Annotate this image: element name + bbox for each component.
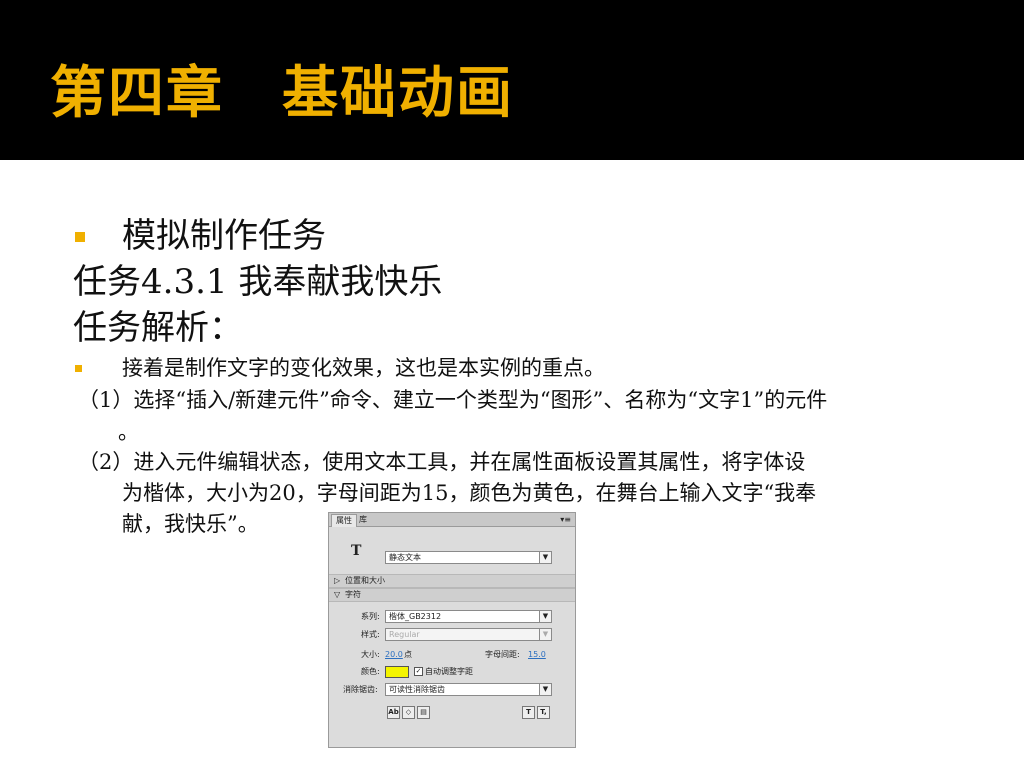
subscript-icon[interactable]: T, [537,706,550,719]
chevron-down-icon: ▼ [539,629,551,640]
chevron-down-icon: ▼ [539,611,551,622]
section-character-label: 字符 [345,590,361,599]
chevron-down-icon: ▼ [539,552,551,563]
font-family-select[interactable]: 楷体_GB2312 ▼ [385,610,552,623]
text-tool-icon: T [351,543,362,559]
letter-spacing-value[interactable]: 15.0 [528,649,546,660]
style-label: 样式: [361,630,380,639]
size-unit: 点 [404,650,412,659]
font-style-value: Regular [389,630,420,639]
color-label: 颜色: [361,667,380,676]
step-2-text-line3: 献，我快乐”。 [122,512,259,536]
tab-library[interactable]: 库 [355,514,371,526]
tab-properties[interactable]: 属性 [331,514,357,527]
step-2-text-line1: （2）进入元件编辑状态，使用文本工具，并在属性面板设置其属性，将字体设 [78,450,806,474]
text-type-select[interactable]: 静态文本 ▼ [385,551,552,564]
bullet-task-heading: 模拟制作任务 [122,216,326,256]
html-render-icon[interactable]: ◇ [402,706,415,719]
slide-title: 第四章 基础动画 [50,61,514,126]
size-value[interactable]: 20.0 [385,649,403,660]
anti-alias-value: 可读性消除锯齿 [389,685,445,694]
task-analysis-heading: 任务解析： [73,308,243,348]
panel-tab-bar: 属性 库 ▾≡ [329,513,575,527]
font-style-select[interactable]: Regular ▼ [385,628,552,641]
letter-spacing-label: 字母间距: [485,650,520,659]
panel-menu-icon[interactable]: ▾≡ [560,513,571,526]
section-position-label: 位置和大小 [345,576,385,585]
auto-kern-label: 自动调整字距 [425,667,473,676]
section-position-size[interactable]: ▷ 位置和大小 [329,574,575,588]
analysis-text: 接着是制作文字的变化效果，这也是本实例的重点。 [122,356,605,380]
anti-alias-select[interactable]: 可读性消除锯齿 ▼ [385,683,552,696]
text-type-value: 静态文本 [389,553,421,562]
bullet-square-icon [75,365,82,372]
superscript-icon[interactable]: T [522,706,535,719]
section-character[interactable]: ▽ 字符 [329,588,575,602]
auto-kern-checkbox[interactable]: ✓ [414,667,423,676]
bullet-square-icon [75,232,85,242]
font-family-value: 楷体_GB2312 [389,612,442,621]
task-title: 任务4.3.1 我奉献我快乐 [73,262,443,302]
step-1-text: （1）选择“插入/新建元件”命令、建立一个类型为“图形”、名称为“文字1”的元件 [78,388,828,412]
anti-alias-label: 消除锯齿: [343,685,378,694]
selectable-text-icon[interactable]: Ab [387,706,400,719]
step-2-text-line2: 为楷体，大小为20，字母间距为15，颜色为黄色，在舞台上输入文字“我奉 [122,481,817,505]
family-label: 系列: [361,612,380,621]
chevron-right-icon: ▷ [334,576,341,585]
text-color-swatch[interactable] [385,666,409,678]
size-label: 大小: [361,650,380,659]
chevron-down-icon: ▽ [334,590,341,599]
chevron-down-icon: ▼ [539,684,551,695]
properties-panel-screenshot: 属性 库 ▾≡ T 静态文本 ▼ ▷ 位置和大小 ▽ 字符 系列: 楷体_GB2… [328,512,576,748]
step-1-text-end: 。 [118,420,139,444]
border-icon[interactable]: ▤ [417,706,430,719]
